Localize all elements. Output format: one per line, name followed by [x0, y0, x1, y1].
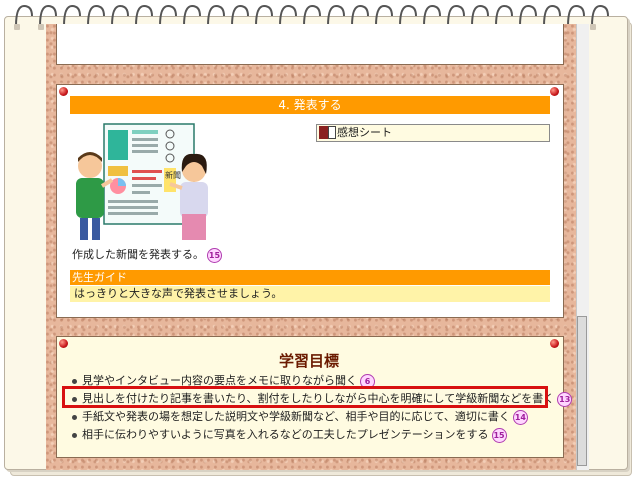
pushpin-icon: [59, 87, 68, 96]
poster-heading: 新聞: [165, 170, 181, 180]
learning-goals-title: 学習目標: [278, 352, 339, 370]
document-page-icon: [328, 126, 336, 139]
goal-text: 相手に伝わりやすいように写真を入れるなどの工夫したプレゼンテーションをする: [82, 428, 489, 441]
previous-card-bottom: [56, 24, 564, 65]
caption-text: 作成した新聞を発表する。: [72, 248, 204, 261]
bullet-icon: [72, 415, 77, 420]
list-item: 相手に伝わりやすいように写真を入れるなどの工夫したプレゼンテーションをする 15: [70, 426, 540, 444]
circled-number-badge: 14: [512, 409, 528, 425]
list-item: 手紙文や発表の場を想定した説明文や学級新聞など、相手や目的に応じて、適切に書く 1…: [70, 408, 540, 426]
bullet-icon: [72, 433, 77, 438]
circled-number-badge: 13: [557, 391, 573, 407]
feedback-sheet-label: 感想シート: [337, 126, 392, 139]
circled-number-badge: 15: [207, 247, 222, 263]
scrollbar-thumb[interactable]: [577, 316, 587, 466]
teacher-guide-title: 先生ガイド: [70, 270, 550, 285]
teacher-guide-text: はっきりと大きな声で発表させましょう。: [70, 286, 550, 302]
page: 4. 発表する 感想シート 新聞 作成した新聞を発表する。 15 先生ガイド は…: [0, 0, 640, 480]
pushpin-icon: [59, 339, 68, 348]
goal-text: 手紙文や発表の場を想定した説明文や学級新聞など、相手や目的に応じて、適切に書く: [82, 410, 510, 423]
learning-goals-list: 見学やインタビュー内容の要点をメモに取りながら聞く 6 見出しを付けたり記事を書い…: [70, 372, 573, 444]
pushpin-icon: [550, 339, 559, 348]
presentation-illustration: 新聞: [76, 123, 208, 240]
section-title: 4. 発表する: [70, 96, 550, 114]
bullet-icon: [72, 379, 77, 384]
caption: 作成した新聞を発表する。 15: [72, 246, 222, 263]
circled-number-badge: 15: [491, 427, 507, 443]
feedback-sheet-link[interactable]: 感想シート: [316, 124, 550, 142]
highlight-box: [62, 386, 548, 408]
pushpin-icon: [550, 87, 559, 96]
